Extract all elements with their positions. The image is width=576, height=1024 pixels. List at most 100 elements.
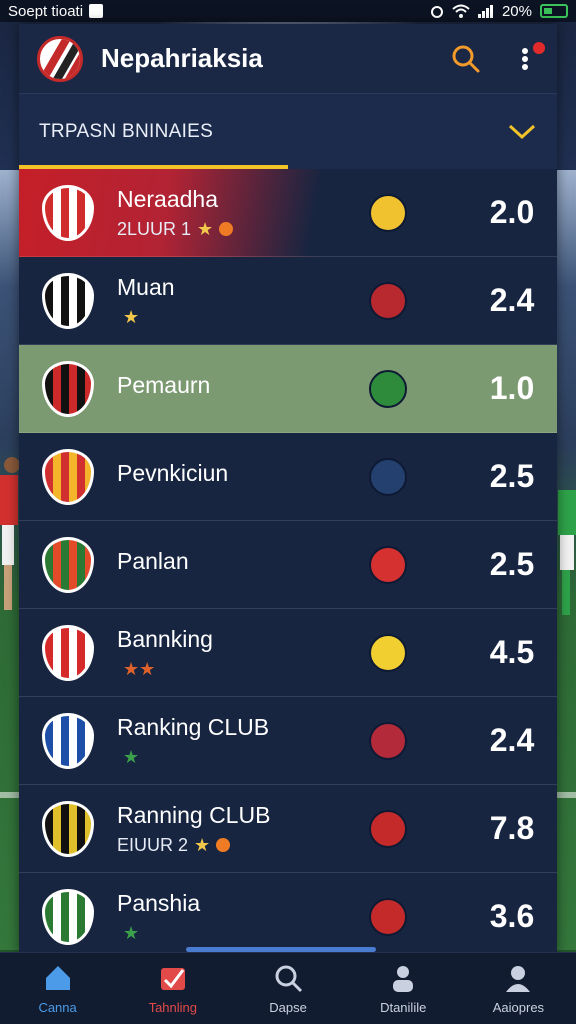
player-figure-left	[0, 455, 20, 615]
table-row[interactable]: Panlan 2.5	[19, 521, 557, 609]
nav-item-home[interactable]: Canna	[0, 953, 115, 1024]
team-name: Panlan	[117, 548, 189, 574]
team-info: Pemaurn	[117, 372, 369, 405]
team-subtitle: EIUUR 2 ★	[117, 835, 369, 856]
profile-icon	[502, 962, 534, 994]
nav-label: Canna	[38, 1000, 77, 1015]
opponent-badge-icon	[369, 721, 407, 760]
table-row[interactable]: Muan ★ 2.4	[19, 257, 557, 345]
team-name: Bannking	[117, 625, 213, 652]
team-crest-container	[19, 272, 117, 329]
opponent-badge-icon	[369, 545, 407, 584]
team-score: 7.8	[489, 810, 535, 846]
app-header: Nepahriaksia	[19, 24, 557, 94]
star-icon: ★	[123, 746, 140, 767]
team-name: Muan	[117, 273, 175, 300]
table-row[interactable]: Ranning CLUB EIUUR 2 ★ 7.8	[19, 785, 557, 873]
opponent-badge-icon	[369, 633, 407, 672]
star-icon: ★	[123, 306, 140, 327]
search-icon[interactable]	[449, 42, 483, 76]
nav-label: Aaiopres	[492, 1000, 545, 1015]
team-score: 2.0	[489, 194, 535, 230]
team-crest-container	[19, 624, 117, 681]
player-figure-right	[556, 480, 576, 620]
players-icon	[387, 962, 419, 994]
team-score: 2.5	[489, 546, 535, 582]
opponent-badge-icon	[369, 809, 407, 848]
team-subtitle-text: 2LUUR 1	[117, 218, 192, 239]
table-row[interactable]: Ranking CLUB ★ 2.4	[19, 697, 557, 785]
team-crest-container	[19, 448, 117, 505]
team-crest-icon	[42, 184, 94, 241]
nav-label: Tahnling	[148, 1000, 198, 1015]
battery-icon	[540, 4, 568, 18]
form-dot-icon	[219, 222, 234, 236]
team-crest-container	[19, 888, 117, 945]
notification-dot	[533, 41, 545, 54]
star-icon: ★★	[123, 658, 156, 679]
team-info: Ranking CLUB ★	[117, 714, 369, 768]
team-name: Ranking CLUB	[117, 713, 270, 740]
opponent-badge-icon	[369, 897, 407, 936]
team-crest-icon	[42, 712, 94, 769]
team-subtitle: ★	[117, 307, 369, 328]
team-crest-container	[19, 184, 117, 241]
table-row[interactable]: Pevnkiciun 2.5	[19, 433, 557, 521]
team-subtitle: ★	[117, 923, 369, 944]
form-dot-icon	[216, 838, 231, 852]
star-icon: ★	[197, 218, 214, 239]
rankings-panel: Nepahriaksia TRPASN BNINAIES Neraadha 2LU…	[19, 24, 557, 961]
team-crest-icon	[42, 360, 94, 417]
nav-item-players[interactable]: Dtanilile	[346, 953, 461, 1024]
team-info: Panlan	[117, 548, 369, 581]
app-logo	[37, 35, 83, 82]
team-subtitle: ★	[117, 747, 369, 768]
ranking-icon	[157, 962, 189, 994]
team-info: Pevnkiciun	[117, 460, 369, 493]
team-crest-icon	[42, 272, 94, 329]
team-crest-container	[19, 360, 117, 417]
team-crest-container	[19, 712, 117, 769]
status-bar: Soept tioati 20%	[0, 0, 576, 22]
table-row[interactable]: Pemaurn 1.0	[19, 345, 557, 433]
more-options-icon[interactable]	[515, 41, 545, 74]
team-score: 3.6	[489, 898, 535, 934]
team-name: Pemaurn	[117, 372, 211, 398]
team-subtitle: ★★	[117, 659, 369, 680]
team-info: Muan ★	[117, 274, 369, 328]
team-subtitle: 2LUUR 1 ★	[117, 219, 369, 240]
nav-item-profile[interactable]: Aaiopres	[461, 953, 576, 1024]
team-score: 2.4	[489, 282, 535, 318]
team-info: Ranning CLUB EIUUR 2 ★	[117, 802, 369, 856]
table-row[interactable]: Bannking ★★ 4.5	[19, 609, 557, 697]
team-score: 4.5	[489, 634, 535, 670]
notification-icon	[89, 4, 104, 18]
nav-item-search[interactable]: Dapse	[230, 953, 345, 1024]
filter-dropdown[interactable]: TRPASN BNINAIES	[19, 94, 557, 169]
battery-percent: 20%	[501, 2, 532, 20]
chevron-down-icon	[507, 122, 537, 142]
table-row[interactable]: Neraadha 2LUUR 1 ★ 2.0	[19, 169, 557, 257]
team-crest-icon	[42, 888, 94, 945]
signal-icon	[477, 4, 494, 18]
bottom-navigation: Canna Tahnling Dapse Dtanilile Aaiopres	[0, 952, 576, 1024]
team-name: Panshia	[117, 889, 201, 916]
team-name: Neraadha	[117, 185, 219, 212]
home-icon	[42, 962, 74, 994]
nav-item-ranking[interactable]: Tahnling	[115, 953, 230, 1024]
nav-label: Dapse	[269, 1000, 307, 1015]
wifi-icon	[452, 4, 470, 18]
team-name: Ranning CLUB	[117, 801, 271, 828]
nav-label: Dtanilile	[380, 1000, 427, 1015]
team-score: 2.5	[489, 458, 535, 494]
team-crest-icon	[42, 800, 94, 857]
opponent-badge-icon	[369, 457, 407, 496]
rankings-list: Neraadha 2LUUR 1 ★ 2.0 Muan ★ 2.4 Pemaurn 1.0 Pev…	[19, 169, 557, 961]
status-carrier-text: Soept tioati	[8, 2, 84, 20]
team-score: 1.0	[489, 370, 535, 406]
team-subtitle-text: EIUUR 2	[117, 834, 189, 855]
search-icon	[272, 962, 304, 994]
team-crest-container	[19, 536, 117, 593]
opponent-badge-icon	[369, 193, 407, 232]
opponent-badge-icon	[369, 369, 407, 408]
